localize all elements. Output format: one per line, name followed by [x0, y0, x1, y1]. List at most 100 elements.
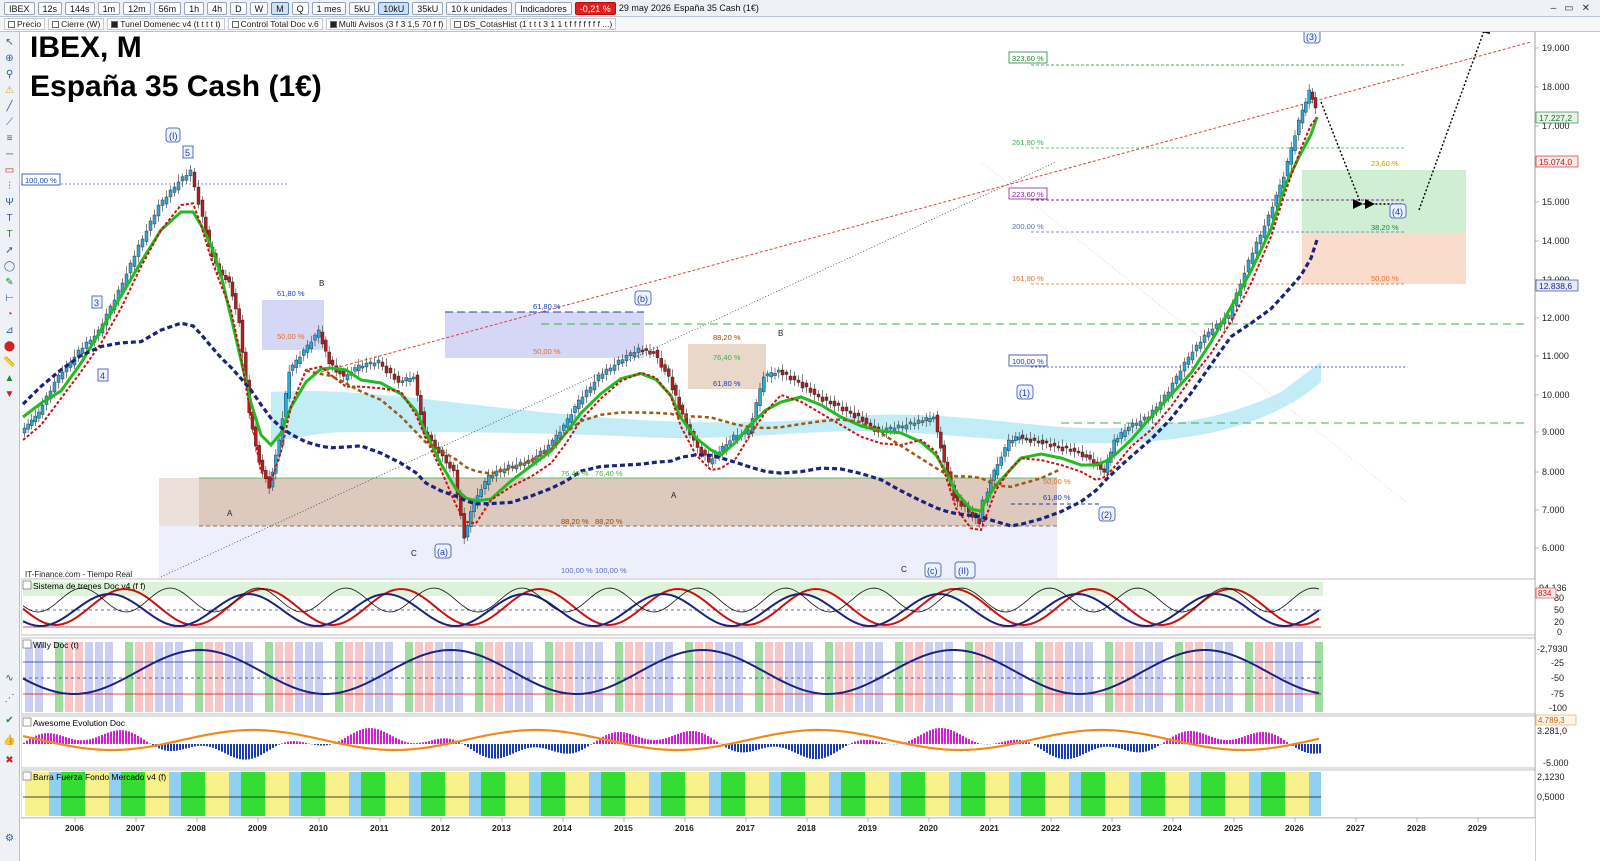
panel-close-icon[interactable]	[22, 580, 32, 590]
confirm-icon[interactable]: ✔	[3, 714, 16, 727]
timeframe-144s[interactable]: 144s	[65, 1, 95, 15]
candle-body	[912, 422, 917, 426]
sell-icon[interactable]: ▼	[3, 388, 16, 401]
symbol-selector[interactable]: IBEX	[4, 1, 35, 15]
panel-willy[interactable]: Willy Doc (t)	[21, 637, 1536, 715]
awesome-bar	[1262, 731, 1264, 744]
barra-band	[337, 772, 349, 816]
wave-tool-icon[interactable]: ∿	[3, 672, 16, 685]
unit-5ku[interactable]: 5kU	[349, 1, 376, 15]
timeframe-1h[interactable]: 1h	[184, 1, 205, 15]
timeframe-12s[interactable]: 12s	[37, 1, 63, 15]
candle-body	[1044, 440, 1049, 444]
line-icon[interactable]: ╱	[3, 100, 16, 113]
panel-close-icon[interactable]	[22, 639, 32, 649]
marker-icon[interactable]: ⬤	[3, 340, 16, 353]
indicator-cotashist[interactable]: DS_CotasHist (1 t t t 3 1 1 t f f f f f …	[450, 18, 617, 30]
ellipse-icon[interactable]: ◯	[3, 260, 16, 273]
settings-icon[interactable]: ⚙	[3, 832, 16, 845]
arrow-icon[interactable]: ➚	[3, 244, 16, 257]
price-tick-label: 10.000	[1542, 390, 1570, 400]
gann-icon[interactable]: ⊿	[3, 324, 16, 337]
panel-barra-fuerza[interactable]: Barra Fuerza Fondo Mercado v4 (f)	[21, 769, 1536, 819]
checkbox-icon[interactable]	[454, 20, 462, 28]
timeframe-q[interactable]: Q	[291, 1, 309, 15]
ruler-icon[interactable]: 📏	[3, 356, 16, 369]
checkbox-icon[interactable]	[52, 20, 60, 28]
checkbox-icon[interactable]	[231, 20, 239, 28]
panel-trains[interactable]: Sistema de trenes Doc v4 (f f)	[21, 578, 1536, 636]
candle-body	[680, 404, 685, 415]
label-icon[interactable]: T	[3, 228, 16, 241]
measure-icon[interactable]: ⊢	[3, 292, 16, 305]
awesome-bar	[1268, 732, 1270, 744]
zone-box	[159, 478, 199, 526]
indicator-close-w[interactable]: Cierre (W)	[48, 18, 105, 30]
timeframe-4h[interactable]: 4h	[207, 1, 228, 15]
timeframe-1m[interactable]: 1m	[97, 1, 121, 15]
awesome-bar	[644, 738, 646, 744]
unit-mode-selector[interactable]: 10 k unidades	[446, 1, 513, 15]
candle-body	[364, 362, 369, 368]
magnifier-icon[interactable]: ⚲	[3, 68, 16, 81]
pattern-icon[interactable]: ⋰	[3, 692, 16, 705]
timeframe-12m[interactable]: 12m	[123, 1, 151, 15]
close-icon[interactable]: ✕	[1582, 3, 1590, 14]
color-swatch-icon[interactable]	[329, 20, 337, 28]
indicator-multi-avisos[interactable]: Multi Avisos (3 f 3 1,5 70 f f)	[325, 18, 448, 30]
rectangle-icon[interactable]: ▭	[3, 164, 16, 177]
barra-band	[745, 772, 757, 816]
restore-icon[interactable]: ▭	[1564, 3, 1573, 14]
pitchfork-icon[interactable]: Ψ	[3, 196, 16, 209]
candle-body	[1080, 451, 1085, 458]
indicator-control-total[interactable]: Control Total Doc v.6	[227, 18, 323, 30]
chart-area[interactable]: IBEX, M España 35 Cash (1€) IT-Finance.c…	[21, 32, 1600, 861]
delete-icon[interactable]: ✖	[3, 754, 16, 767]
time-axis[interactable]: 2006 2007 2008 2009 2010 2011 2012 2013 2014 2015…	[21, 817, 1535, 861]
unit-10ku[interactable]: 10kU	[378, 1, 410, 15]
thumbs-up-icon[interactable]: 👍	[3, 734, 16, 747]
brush-icon[interactable]: ✎	[3, 276, 16, 289]
awesome-bar	[134, 734, 136, 744]
color-swatch-icon[interactable]	[111, 20, 119, 28]
candle-body	[888, 426, 893, 430]
buy-icon[interactable]: ▲	[3, 372, 16, 385]
indicator-tunel[interactable]: Tunel Domenec v4 (t t t t t)	[107, 18, 225, 30]
timeframe-w[interactable]: W	[249, 1, 269, 15]
checkbox-icon[interactable]	[8, 20, 15, 28]
indicator-price[interactable]: Precio	[4, 18, 46, 30]
awesome-bar	[1241, 737, 1243, 744]
willy-band	[75, 642, 83, 712]
barra-band	[853, 772, 865, 816]
panel-awesome[interactable]: Awesome Evolution Doc	[21, 715, 1536, 769]
fibonacci-icon[interactable]: ⫶	[3, 180, 16, 193]
awesome-bar	[815, 744, 817, 760]
horizontal-line-icon[interactable]: ─	[3, 148, 16, 161]
alert-icon[interactable]: ⚠	[3, 84, 16, 97]
panel-axis-label: 0,5000	[1537, 792, 1565, 802]
awesome-bar	[1211, 736, 1213, 744]
timeframe-d[interactable]: D	[230, 1, 247, 15]
zoom-icon[interactable]: ⊕	[3, 52, 16, 65]
candle-body	[935, 414, 940, 433]
text-icon[interactable]: T	[3, 212, 16, 225]
candle-body	[392, 373, 397, 380]
range-selector[interactable]: 1 mes	[311, 1, 347, 15]
barra-band	[601, 772, 613, 816]
cursor-icon[interactable]: ↖	[3, 36, 16, 49]
timeframe-m[interactable]: M	[271, 1, 289, 15]
price-tick-label: 9.000	[1542, 427, 1565, 437]
unit-35ku[interactable]: 35kU	[412, 1, 444, 15]
minimize-icon[interactable]: –	[1551, 3, 1557, 14]
indicators-button[interactable]: Indicadores	[515, 1, 572, 15]
willy-band	[1015, 642, 1023, 712]
awesome-bar	[41, 733, 43, 744]
candle-body	[388, 367, 393, 374]
panel-close-icon[interactable]	[22, 771, 32, 781]
timeframe-56m[interactable]: 56m	[153, 1, 182, 15]
ray-icon[interactable]: ⟋	[3, 116, 16, 129]
cycle-icon[interactable]: ◔	[3, 308, 16, 321]
panel-close-icon[interactable]	[22, 717, 32, 727]
candle-body	[788, 375, 793, 381]
channel-icon[interactable]: ≡	[3, 132, 16, 145]
